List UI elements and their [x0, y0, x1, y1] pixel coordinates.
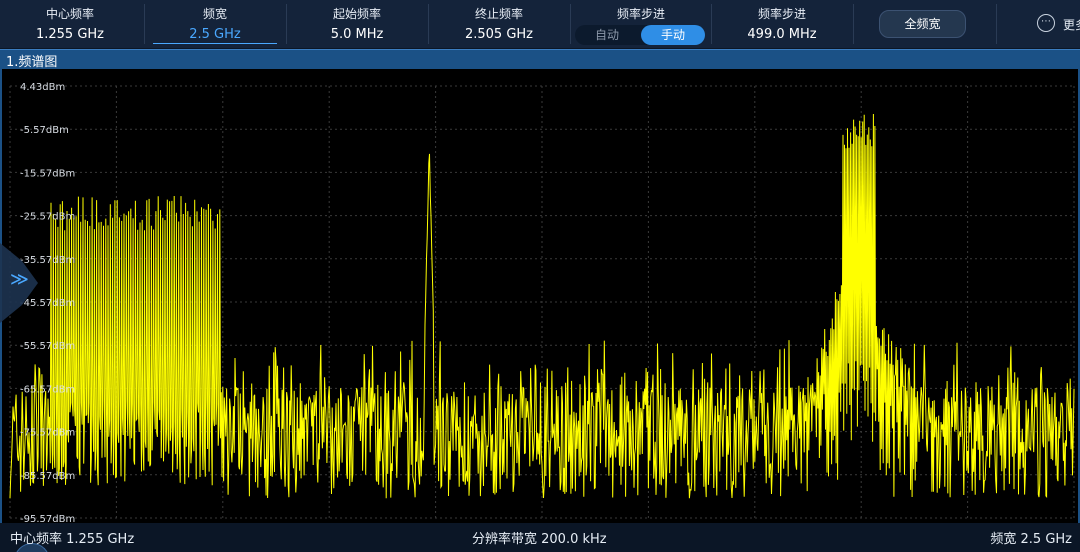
- footer-resolution-bandwidth: 分辨率带宽 200.0 kHz: [472, 532, 607, 547]
- y-tick-label: -5.57dBm: [20, 125, 69, 136]
- y-tick-label: -55.57dBm: [20, 341, 75, 352]
- footer-span: 频宽 2.5 GHz: [990, 532, 1072, 547]
- span-active-underline: [153, 43, 277, 44]
- full-span-button[interactable]: 全频宽: [879, 10, 966, 38]
- expand-arrows-icon[interactable]: ≫: [10, 270, 29, 290]
- parameter-toolbar: 中心频率 1.255 GHz 频宽 2.5 GHz 起始频率 5.0 MHz 终…: [0, 0, 1080, 48]
- span-param[interactable]: 频宽 2.5 GHz: [145, 0, 285, 48]
- y-tick-label: -95.57dBm: [20, 514, 75, 523]
- status-footer: 中心频率 1.255 GHz 分辨率带宽 200.0 kHz 频宽 2.5 GH…: [0, 523, 1080, 552]
- footer-center-frequency: 中心频率 1.255 GHz: [10, 532, 135, 547]
- stop-frequency-param[interactable]: 终止频率 2.505 GHz: [429, 0, 569, 48]
- y-tick-label: 4.43dBm: [20, 82, 65, 93]
- y-tick-label: -85.57dBm: [20, 471, 75, 482]
- step-mode-toggle[interactable]: 自动 手动: [575, 25, 705, 45]
- divider: [996, 4, 997, 44]
- stop-frequency-label: 终止频率: [474, 7, 523, 21]
- divider: [853, 4, 854, 44]
- span-value: 2.5 GHz: [189, 27, 241, 42]
- start-frequency-param[interactable]: 起始频率 5.0 MHz: [287, 0, 427, 48]
- step-mode-manual-option[interactable]: 手动: [641, 25, 705, 45]
- frequency-step-param[interactable]: 频率步进 499.0 MHz: [712, 0, 852, 48]
- span-label: 频宽: [202, 7, 227, 21]
- frequency-step-mode-label: 频率步进: [616, 7, 665, 21]
- y-tick-label: -75.57dBm: [20, 428, 75, 439]
- y-tick-label: -15.57dBm: [20, 168, 75, 179]
- start-frequency-label: 起始频率: [332, 7, 381, 21]
- spectrum-plot-area[interactable]: 4.43dBm -5.57dBm -15.57dBm -25.57dBm -35.57d…: [0, 69, 1080, 523]
- more-label: 更多: [1063, 18, 1080, 32]
- panel-title: 1.频谱图: [6, 55, 58, 70]
- y-tick-label: -65.57dBm: [20, 384, 75, 395]
- center-frequency-param[interactable]: 中心频率 1.255 GHz: [0, 0, 140, 48]
- spectrum-panel-header: 1.频谱图: [0, 49, 1080, 70]
- frequency-step-value: 499.0 MHz: [747, 27, 817, 42]
- stop-frequency-value: 2.505 GHz: [464, 27, 534, 42]
- ellipsis-icon: ⋯: [1037, 14, 1055, 32]
- spectrum-chart: 4.43dBm-5.57dBm-15.57dBm-25.57dBm-35.57d…: [9, 82, 1075, 523]
- center-frequency-label: 中心频率: [45, 7, 94, 21]
- center-frequency-value: 1.255 GHz: [35, 27, 105, 42]
- y-tick-label: -25.57dBm: [20, 212, 75, 223]
- start-frequency-value: 5.0 MHz: [330, 27, 384, 42]
- step-mode-auto-option[interactable]: 自动: [575, 25, 639, 45]
- frequency-step-label: 频率步进: [757, 7, 806, 21]
